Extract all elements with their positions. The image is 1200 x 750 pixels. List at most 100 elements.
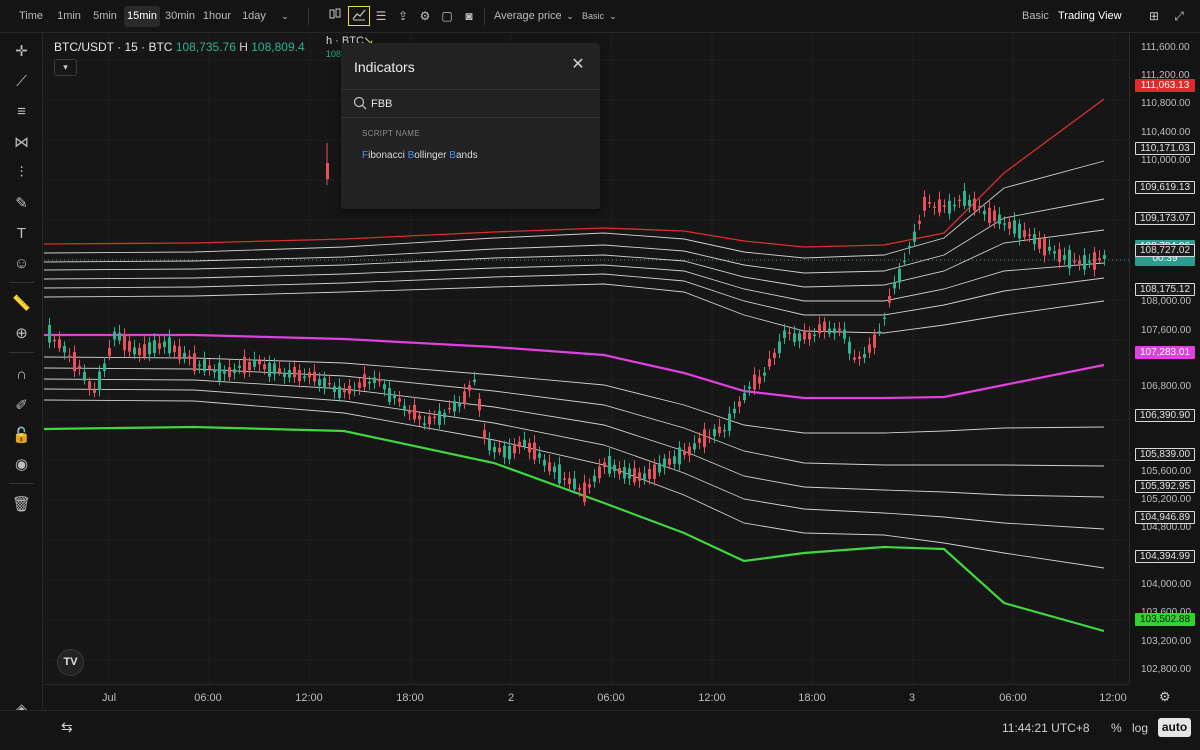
- candle-body: [463, 391, 466, 405]
- close-icon[interactable]: ✕: [569, 56, 587, 74]
- candle-body: [718, 426, 721, 434]
- chevron-down-icon[interactable]: ⌄: [604, 7, 622, 25]
- scale-settings-icon[interactable]: ⚙: [1159, 689, 1171, 705]
- candle-body: [238, 365, 241, 368]
- price-type-select[interactable]: Average price: [494, 6, 562, 27]
- candle-body: [1073, 260, 1076, 263]
- price-tag: 110,171.03: [1135, 141, 1195, 155]
- crosshair-icon[interactable]: ✛: [11, 41, 32, 62]
- candle-body: [608, 456, 611, 474]
- candle-body: [818, 324, 821, 334]
- candle-body: [258, 360, 261, 365]
- candle-body: [543, 459, 546, 466]
- date-range-icon[interactable]: ⇆: [61, 719, 73, 736]
- candle-body: [298, 369, 301, 382]
- candle-body: [553, 466, 556, 473]
- candle-body: [938, 199, 941, 213]
- candle-body: [958, 199, 961, 202]
- candle-body: [138, 347, 141, 355]
- price-tick-label: 108,000.00: [1141, 296, 1192, 308]
- candle-body: [823, 321, 826, 332]
- trend-line-icon[interactable]: ⟋: [11, 71, 32, 92]
- candle-body: [1088, 261, 1091, 263]
- candle-body: [443, 413, 446, 418]
- candle-body: [663, 458, 666, 468]
- time-tick-label: 18:00: [798, 692, 826, 704]
- layout-mode-select[interactable]: Basic: [582, 6, 604, 27]
- percent-toggle[interactable]: %: [1111, 721, 1122, 735]
- view-tradingview-tab[interactable]: Trading View: [1058, 6, 1122, 27]
- horizontal-lines-icon[interactable]: ≡: [11, 101, 32, 122]
- search-input[interactable]: [371, 95, 581, 113]
- indicator-result-item[interactable]: Fibonacci Bollinger Bands: [362, 150, 478, 161]
- candle-body: [213, 370, 216, 373]
- candle-body: [638, 472, 641, 481]
- auto-scale-toggle[interactable]: auto: [1158, 718, 1191, 737]
- share-icon[interactable]: ⇪: [394, 7, 412, 25]
- brush-icon[interactable]: ✎: [11, 193, 32, 214]
- camera-icon[interactable]: ◙: [460, 7, 478, 25]
- candle-type-icon[interactable]: [326, 7, 344, 25]
- candle-body: [973, 198, 976, 211]
- list-icon[interactable]: ☰: [372, 7, 390, 25]
- price-scale[interactable]: 111,600.00 111,200.00 110,800.00 110,400.00…: [1129, 33, 1200, 684]
- time-button[interactable]: Time: [14, 6, 48, 27]
- grid-layout-icon[interactable]: ⊞: [1145, 7, 1163, 25]
- candle-body: [668, 458, 671, 465]
- lock-drawing-icon[interactable]: ✐: [11, 395, 32, 416]
- time-tick-label: Jul: [101, 692, 117, 704]
- candle-body: [788, 332, 791, 334]
- candle-body: [1078, 260, 1081, 264]
- candle-body: [313, 371, 316, 382]
- interval-1day[interactable]: 1day: [238, 6, 270, 27]
- fullscreen-icon[interactable]: ▢: [438, 7, 456, 25]
- candle-body: [1053, 251, 1056, 254]
- candle-body: [263, 364, 266, 370]
- view-basic-tab[interactable]: Basic: [1022, 6, 1049, 27]
- text-icon[interactable]: T: [11, 223, 32, 244]
- candle-body: [618, 468, 621, 475]
- result-text-part: ands: [455, 150, 478, 161]
- ruler-icon[interactable]: 📏: [11, 293, 32, 314]
- log-toggle[interactable]: log: [1132, 721, 1148, 735]
- candle-body: [1023, 230, 1026, 238]
- lower-band-line: [44, 425, 1105, 633]
- candle-body: [563, 478, 566, 480]
- time-scale[interactable]: Jul 06:00 12:00 18:00 2 06:00 12:00 18:00 3 06:00…: [44, 684, 1129, 710]
- magnet-icon[interactable]: ∩: [11, 364, 32, 385]
- interval-15min[interactable]: 15min: [124, 6, 160, 27]
- candle-body: [273, 363, 276, 374]
- candle-body: [48, 324, 51, 343]
- candle-body: [833, 328, 836, 334]
- indicators-dialog: Indicators ✕ SCRIPT NAME Fibonacci Bolli…: [341, 43, 600, 209]
- clock-label[interactable]: 11:44:21 UTC+8: [1002, 721, 1090, 735]
- expand-icon[interactable]: ⤢: [1170, 7, 1188, 25]
- candle-body: [1063, 255, 1066, 260]
- legend-collapse-button[interactable]: ▾: [54, 59, 77, 76]
- candle-body: [388, 387, 391, 402]
- eye-icon[interactable]: ◉: [11, 454, 32, 475]
- candle-body: [628, 468, 631, 479]
- indicators-icon[interactable]: [348, 6, 370, 26]
- candle-body: [108, 347, 111, 356]
- chevron-down-icon[interactable]: ⌄: [276, 7, 294, 25]
- symbol-label: BTC/USDT · 15 · BTC: [54, 40, 173, 54]
- zoom-in-icon[interactable]: ⊕: [11, 323, 32, 344]
- interval-30min[interactable]: 30min: [163, 6, 197, 27]
- interval-5min[interactable]: 5min: [90, 6, 120, 27]
- chevron-down-icon[interactable]: ⌄: [561, 7, 579, 25]
- fib-tools-icon[interactable]: ⫶: [11, 162, 32, 183]
- candle-body: [878, 331, 881, 333]
- candle-body: [533, 442, 536, 460]
- price-tick-label: 102,800.00: [1141, 663, 1192, 675]
- trash-icon[interactable]: 🗑: [11, 494, 32, 515]
- gear-icon[interactable]: ⚙: [416, 7, 434, 25]
- candle-body: [828, 328, 831, 334]
- candle-body: [303, 376, 306, 379]
- pattern-icon[interactable]: ⋈: [11, 132, 32, 153]
- emoji-icon[interactable]: ☺: [11, 253, 32, 274]
- interval-1hour[interactable]: 1hour: [201, 6, 233, 27]
- lock-icon[interactable]: 🔓: [11, 425, 32, 446]
- candle-body: [288, 370, 291, 378]
- interval-1min[interactable]: 1min: [54, 6, 84, 27]
